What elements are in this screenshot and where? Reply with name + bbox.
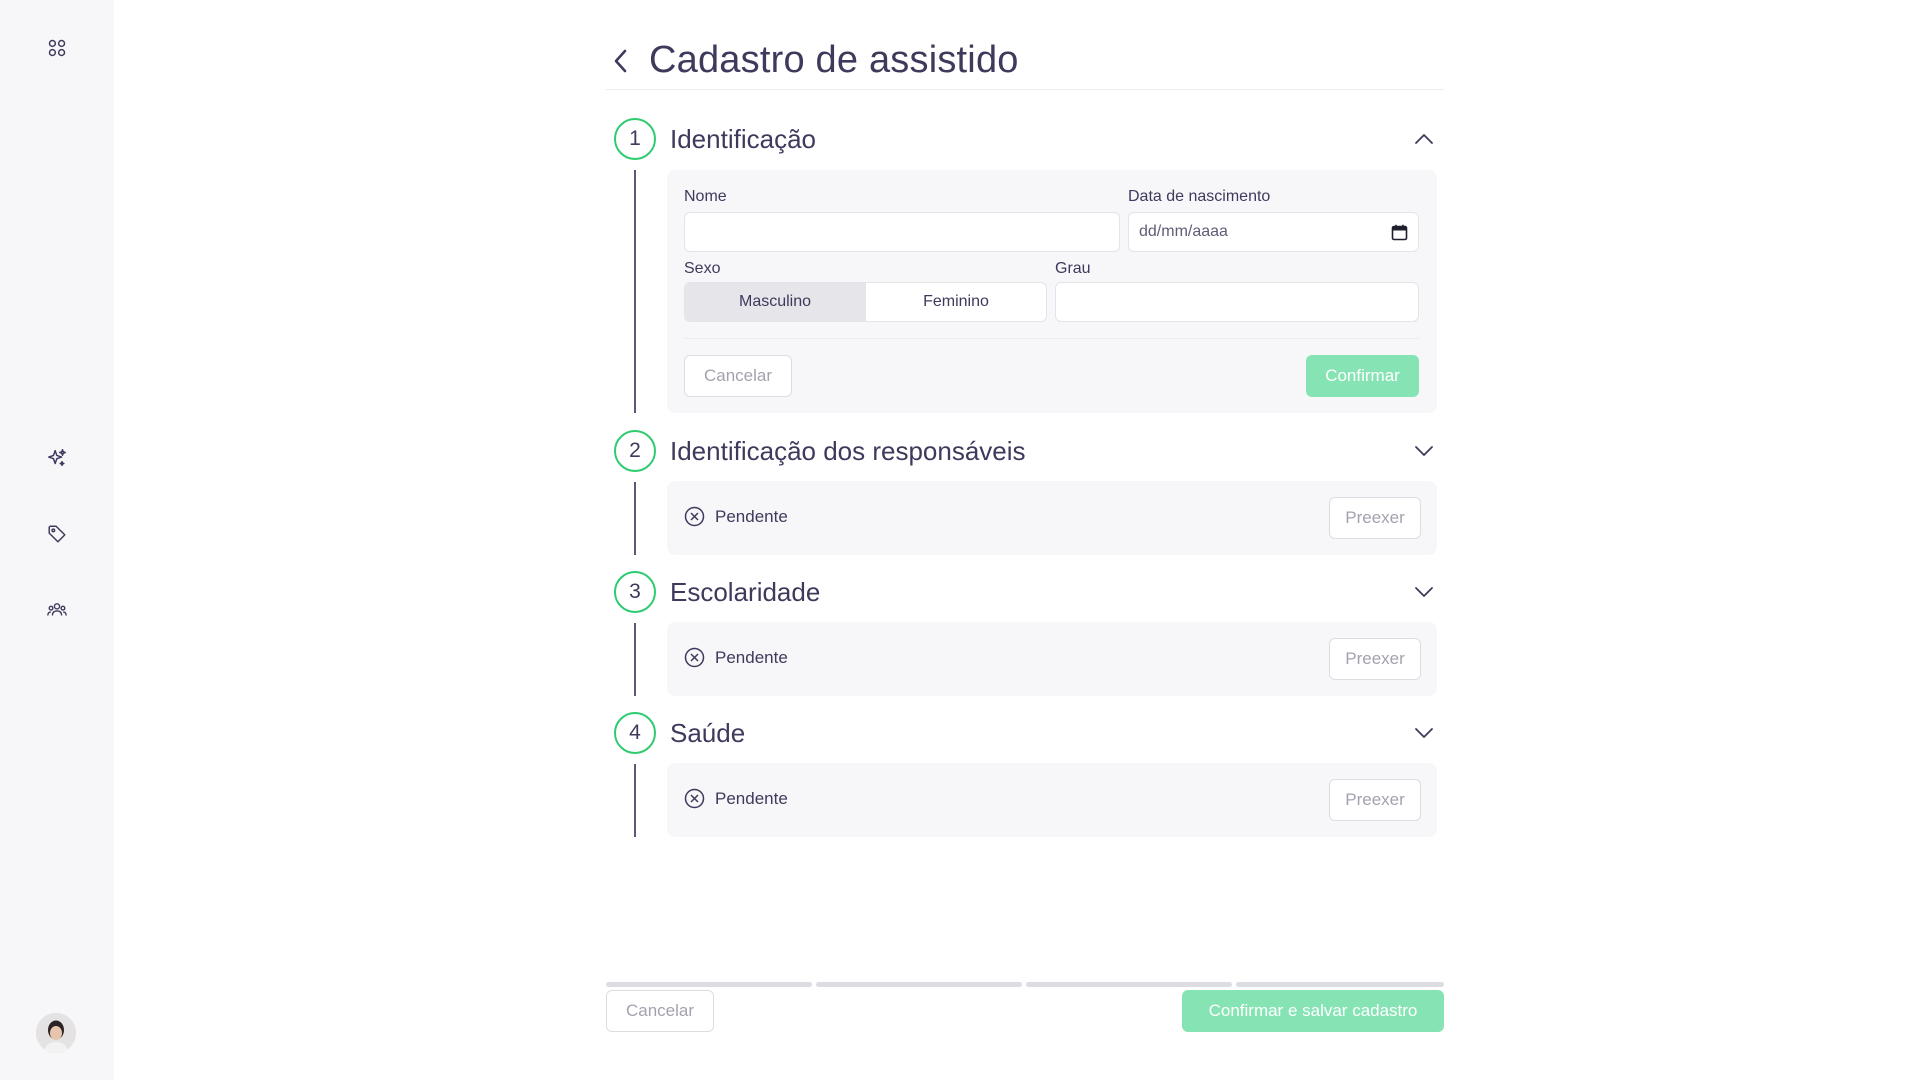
saude-card: Pendente Preexer — [667, 763, 1437, 837]
status-text: Pendente — [715, 788, 788, 808]
status-text: Pendente — [715, 506, 788, 526]
step-connector-line — [634, 170, 636, 413]
cancel-button[interactable]: Cancelar — [684, 355, 792, 397]
step-title-identificacao[interactable]: Identificação — [670, 124, 816, 154]
page-title: Cadastro de assistido — [649, 39, 1019, 81]
fill-button[interactable]: Preexer — [1329, 638, 1421, 680]
sparkles-icon[interactable] — [41, 442, 73, 474]
status-pending: Pendente — [684, 506, 788, 527]
chevron-up-icon[interactable] — [1412, 127, 1436, 151]
progress-segment — [1236, 982, 1444, 987]
step-connector-line — [634, 482, 636, 555]
x-circle-icon — [684, 647, 705, 668]
chevron-down-icon[interactable] — [1412, 439, 1436, 463]
nascimento-label: Data de nascimento — [1128, 188, 1271, 205]
nascimento-date-input[interactable]: dd/mm/aaaa — [1128, 212, 1419, 252]
sexo-label: Sexo — [684, 260, 721, 277]
form-divider — [684, 338, 1419, 339]
date-placeholder: dd/mm/aaaa — [1139, 223, 1228, 240]
nome-input[interactable] — [684, 212, 1120, 252]
progress-segment — [1026, 982, 1232, 987]
chevron-down-icon[interactable] — [1412, 580, 1436, 604]
status-text: Pendente — [715, 647, 788, 667]
sexo-option-feminino[interactable]: Feminino — [865, 283, 1046, 321]
tag-icon[interactable] — [41, 518, 73, 550]
grau-input[interactable] — [1055, 282, 1419, 322]
sexo-option-masculino[interactable]: Masculino — [685, 283, 865, 321]
grau-label: Grau — [1055, 260, 1091, 277]
fill-button[interactable]: Preexer — [1329, 779, 1421, 821]
page-header: Cadastro de assistido — [606, 40, 1444, 90]
step-title-responsaveis[interactable]: Identificação dos responsáveis — [670, 436, 1026, 466]
step-number-badge: 1 — [614, 118, 656, 160]
sidebar — [0, 0, 114, 1080]
step-number-badge: 4 — [614, 712, 656, 754]
save-registration-button[interactable]: Confirmar e salvar cadastro — [1182, 990, 1444, 1032]
fill-button[interactable]: Preexer — [1329, 497, 1421, 539]
step-number-badge: 3 — [614, 571, 656, 613]
footer-cancel-button[interactable]: Cancelar — [606, 990, 714, 1032]
responsaveis-card: Pendente Preexer — [667, 481, 1437, 555]
apps-grid-icon[interactable] — [41, 32, 73, 64]
users-icon[interactable] — [41, 594, 73, 626]
avatar[interactable] — [36, 1013, 76, 1053]
sexo-segmented-control: Masculino Feminino — [684, 282, 1047, 322]
step-number-badge: 2 — [614, 430, 656, 472]
nome-label: Nome — [684, 188, 727, 205]
chevron-left-icon — [611, 48, 631, 79]
x-circle-icon — [684, 788, 705, 809]
confirm-button[interactable]: Confirmar — [1306, 355, 1419, 397]
step-connector-line — [634, 623, 636, 696]
progress-segment — [816, 982, 1022, 987]
step-connector-line — [634, 764, 636, 837]
status-pending: Pendente — [684, 647, 788, 668]
x-circle-icon — [684, 506, 705, 527]
identificacao-form-card: Nome Data de nascimento dd/mm/aaaa Sexo … — [667, 170, 1437, 413]
progress-segment — [606, 982, 812, 987]
calendar-icon[interactable] — [1391, 224, 1408, 241]
chevron-down-icon[interactable] — [1412, 721, 1436, 745]
status-pending: Pendente — [684, 788, 788, 809]
back-button[interactable] — [606, 46, 636, 80]
step-title-saude[interactable]: Saúde — [670, 718, 745, 748]
step-title-escolaridade[interactable]: Escolaridade — [670, 577, 820, 607]
escolaridade-card: Pendente Preexer — [667, 622, 1437, 696]
